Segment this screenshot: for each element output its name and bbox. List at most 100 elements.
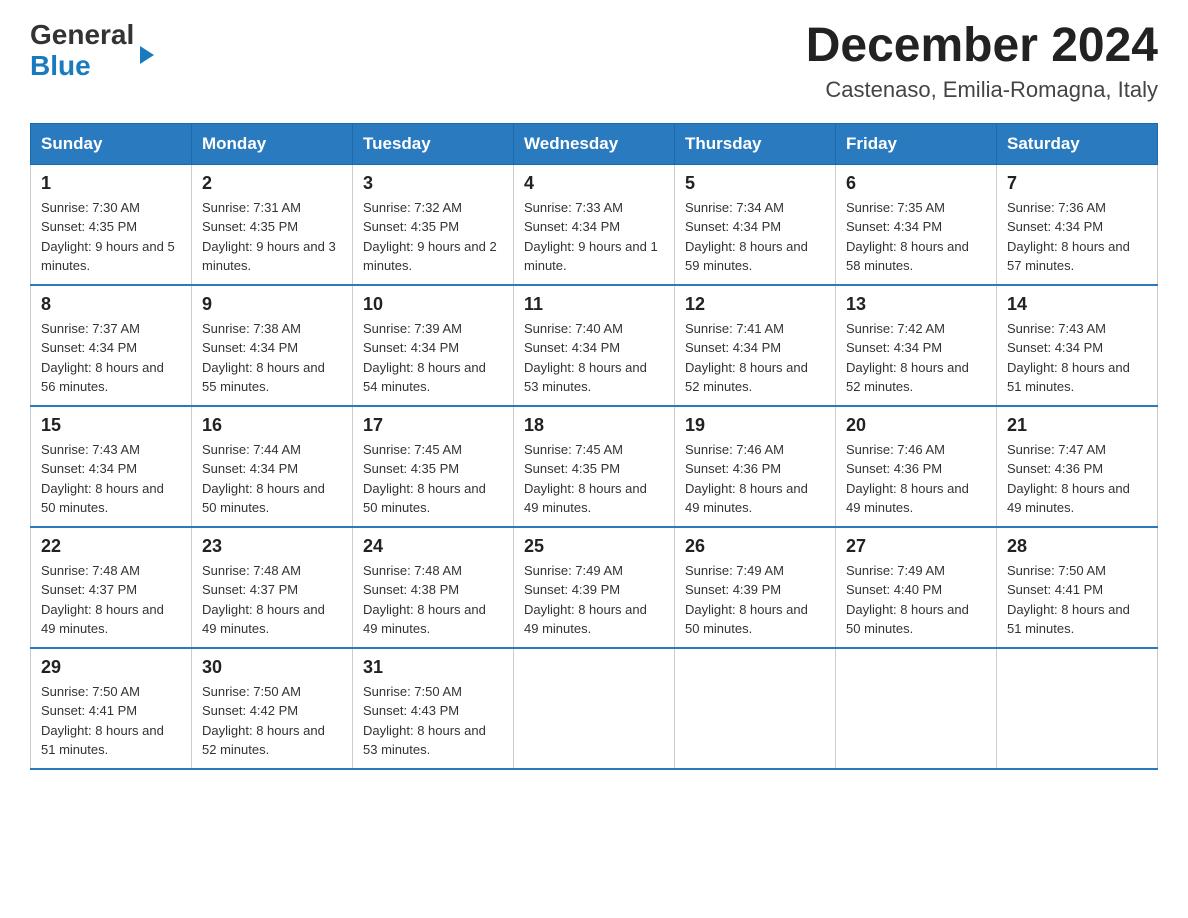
day-of-week-friday: Friday: [836, 123, 997, 164]
calendar-cell: 30 Sunrise: 7:50 AMSunset: 4:42 PMDaylig…: [192, 648, 353, 769]
calendar-cell: [514, 648, 675, 769]
day-number: 1: [41, 173, 181, 194]
day-info: Sunrise: 7:36 AMSunset: 4:34 PMDaylight:…: [1007, 200, 1130, 274]
calendar-cell: [836, 648, 997, 769]
day-number: 19: [685, 415, 825, 436]
day-number: 27: [846, 536, 986, 557]
day-info: Sunrise: 7:45 AMSunset: 4:35 PMDaylight:…: [363, 442, 486, 516]
calendar-cell: 28 Sunrise: 7:50 AMSunset: 4:41 PMDaylig…: [997, 527, 1158, 648]
day-number: 24: [363, 536, 503, 557]
day-of-week-tuesday: Tuesday: [353, 123, 514, 164]
calendar-cell: 15 Sunrise: 7:43 AMSunset: 4:34 PMDaylig…: [31, 406, 192, 527]
day-number: 8: [41, 294, 181, 315]
calendar-cell: 29 Sunrise: 7:50 AMSunset: 4:41 PMDaylig…: [31, 648, 192, 769]
day-of-week-thursday: Thursday: [675, 123, 836, 164]
logo-triangle-icon: [140, 46, 154, 64]
calendar-cell: 26 Sunrise: 7:49 AMSunset: 4:39 PMDaylig…: [675, 527, 836, 648]
calendar-location: Castenaso, Emilia-Romagna, Italy: [806, 77, 1158, 103]
day-of-week-saturday: Saturday: [997, 123, 1158, 164]
day-number: 15: [41, 415, 181, 436]
calendar-cell: 17 Sunrise: 7:45 AMSunset: 4:35 PMDaylig…: [353, 406, 514, 527]
day-number: 22: [41, 536, 181, 557]
day-number: 28: [1007, 536, 1147, 557]
calendar-cell: 10 Sunrise: 7:39 AMSunset: 4:34 PMDaylig…: [353, 285, 514, 406]
day-info: Sunrise: 7:35 AMSunset: 4:34 PMDaylight:…: [846, 200, 969, 274]
day-of-week-monday: Monday: [192, 123, 353, 164]
day-info: Sunrise: 7:50 AMSunset: 4:41 PMDaylight:…: [41, 684, 164, 758]
calendar-cell: 11 Sunrise: 7:40 AMSunset: 4:34 PMDaylig…: [514, 285, 675, 406]
calendar-cell: 13 Sunrise: 7:42 AMSunset: 4:34 PMDaylig…: [836, 285, 997, 406]
day-number: 10: [363, 294, 503, 315]
day-number: 29: [41, 657, 181, 678]
day-info: Sunrise: 7:50 AMSunset: 4:41 PMDaylight:…: [1007, 563, 1130, 637]
day-number: 3: [363, 173, 503, 194]
week-row-5: 29 Sunrise: 7:50 AMSunset: 4:41 PMDaylig…: [31, 648, 1158, 769]
calendar-cell: 24 Sunrise: 7:48 AMSunset: 4:38 PMDaylig…: [353, 527, 514, 648]
day-info: Sunrise: 7:49 AMSunset: 4:39 PMDaylight:…: [685, 563, 808, 637]
calendar-cell: 16 Sunrise: 7:44 AMSunset: 4:34 PMDaylig…: [192, 406, 353, 527]
week-row-1: 1 Sunrise: 7:30 AMSunset: 4:35 PMDayligh…: [31, 164, 1158, 285]
calendar-cell: 2 Sunrise: 7:31 AMSunset: 4:35 PMDayligh…: [192, 164, 353, 285]
calendar-title: December 2024: [806, 20, 1158, 73]
calendar-cell: 18 Sunrise: 7:45 AMSunset: 4:35 PMDaylig…: [514, 406, 675, 527]
day-of-week-wednesday: Wednesday: [514, 123, 675, 164]
day-info: Sunrise: 7:40 AMSunset: 4:34 PMDaylight:…: [524, 321, 647, 395]
day-number: 4: [524, 173, 664, 194]
page-header: General Blue December 2024 Castenaso, Em…: [30, 20, 1158, 103]
week-row-2: 8 Sunrise: 7:37 AMSunset: 4:34 PMDayligh…: [31, 285, 1158, 406]
calendar-cell: 1 Sunrise: 7:30 AMSunset: 4:35 PMDayligh…: [31, 164, 192, 285]
calendar-table: SundayMondayTuesdayWednesdayThursdayFrid…: [30, 123, 1158, 770]
day-info: Sunrise: 7:46 AMSunset: 4:36 PMDaylight:…: [685, 442, 808, 516]
day-info: Sunrise: 7:49 AMSunset: 4:39 PMDaylight:…: [524, 563, 647, 637]
calendar-cell: 5 Sunrise: 7:34 AMSunset: 4:34 PMDayligh…: [675, 164, 836, 285]
day-number: 23: [202, 536, 342, 557]
day-info: Sunrise: 7:32 AMSunset: 4:35 PMDaylight:…: [363, 200, 497, 274]
calendar-header: SundayMondayTuesdayWednesdayThursdayFrid…: [31, 123, 1158, 164]
calendar-cell: 4 Sunrise: 7:33 AMSunset: 4:34 PMDayligh…: [514, 164, 675, 285]
calendar-cell: 19 Sunrise: 7:46 AMSunset: 4:36 PMDaylig…: [675, 406, 836, 527]
logo-blue-text: Blue: [30, 51, 134, 82]
day-number: 16: [202, 415, 342, 436]
calendar-cell: 8 Sunrise: 7:37 AMSunset: 4:34 PMDayligh…: [31, 285, 192, 406]
week-row-3: 15 Sunrise: 7:43 AMSunset: 4:34 PMDaylig…: [31, 406, 1158, 527]
day-info: Sunrise: 7:41 AMSunset: 4:34 PMDaylight:…: [685, 321, 808, 395]
day-number: 5: [685, 173, 825, 194]
day-info: Sunrise: 7:48 AMSunset: 4:37 PMDaylight:…: [202, 563, 325, 637]
day-info: Sunrise: 7:47 AMSunset: 4:36 PMDaylight:…: [1007, 442, 1130, 516]
week-row-4: 22 Sunrise: 7:48 AMSunset: 4:37 PMDaylig…: [31, 527, 1158, 648]
calendar-cell: [997, 648, 1158, 769]
calendar-cell: 12 Sunrise: 7:41 AMSunset: 4:34 PMDaylig…: [675, 285, 836, 406]
calendar-cell: 27 Sunrise: 7:49 AMSunset: 4:40 PMDaylig…: [836, 527, 997, 648]
day-number: 31: [363, 657, 503, 678]
calendar-cell: 3 Sunrise: 7:32 AMSunset: 4:35 PMDayligh…: [353, 164, 514, 285]
day-info: Sunrise: 7:45 AMSunset: 4:35 PMDaylight:…: [524, 442, 647, 516]
calendar-cell: 21 Sunrise: 7:47 AMSunset: 4:36 PMDaylig…: [997, 406, 1158, 527]
day-info: Sunrise: 7:43 AMSunset: 4:34 PMDaylight:…: [1007, 321, 1130, 395]
calendar-cell: 31 Sunrise: 7:50 AMSunset: 4:43 PMDaylig…: [353, 648, 514, 769]
calendar-cell: 9 Sunrise: 7:38 AMSunset: 4:34 PMDayligh…: [192, 285, 353, 406]
day-info: Sunrise: 7:43 AMSunset: 4:34 PMDaylight:…: [41, 442, 164, 516]
day-info: Sunrise: 7:49 AMSunset: 4:40 PMDaylight:…: [846, 563, 969, 637]
day-number: 12: [685, 294, 825, 315]
day-info: Sunrise: 7:44 AMSunset: 4:34 PMDaylight:…: [202, 442, 325, 516]
day-number: 9: [202, 294, 342, 315]
day-info: Sunrise: 7:38 AMSunset: 4:34 PMDaylight:…: [202, 321, 325, 395]
calendar-cell: 20 Sunrise: 7:46 AMSunset: 4:36 PMDaylig…: [836, 406, 997, 527]
day-number: 11: [524, 294, 664, 315]
day-info: Sunrise: 7:39 AMSunset: 4:34 PMDaylight:…: [363, 321, 486, 395]
day-info: Sunrise: 7:48 AMSunset: 4:37 PMDaylight:…: [41, 563, 164, 637]
day-info: Sunrise: 7:48 AMSunset: 4:38 PMDaylight:…: [363, 563, 486, 637]
calendar-cell: 7 Sunrise: 7:36 AMSunset: 4:34 PMDayligh…: [997, 164, 1158, 285]
day-number: 14: [1007, 294, 1147, 315]
day-info: Sunrise: 7:37 AMSunset: 4:34 PMDaylight:…: [41, 321, 164, 395]
day-info: Sunrise: 7:50 AMSunset: 4:42 PMDaylight:…: [202, 684, 325, 758]
day-number: 20: [846, 415, 986, 436]
day-number: 21: [1007, 415, 1147, 436]
calendar-cell: 6 Sunrise: 7:35 AMSunset: 4:34 PMDayligh…: [836, 164, 997, 285]
calendar-cell: 14 Sunrise: 7:43 AMSunset: 4:34 PMDaylig…: [997, 285, 1158, 406]
day-number: 26: [685, 536, 825, 557]
day-number: 17: [363, 415, 503, 436]
day-info: Sunrise: 7:42 AMSunset: 4:34 PMDaylight:…: [846, 321, 969, 395]
logo: General Blue: [30, 20, 154, 82]
day-info: Sunrise: 7:30 AMSunset: 4:35 PMDaylight:…: [41, 200, 175, 274]
